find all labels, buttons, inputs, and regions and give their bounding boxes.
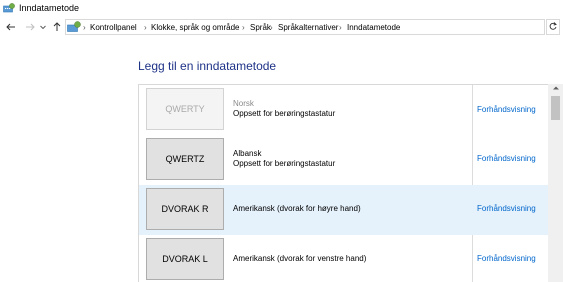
layout-description: Oppsett for berøringstastatur — [233, 159, 336, 168]
layout-description: Oppsett for berøringstastatur — [233, 109, 336, 118]
scroll-up-button[interactable] — [548, 84, 563, 96]
address-bar[interactable]: › Kontrollpanel › Klokke, språk og områd… — [65, 19, 545, 35]
refresh-button[interactable] — [546, 19, 560, 35]
breadcrumb-separator: › — [144, 23, 147, 32]
navigation-bar: › Kontrollpanel › Klokke, språk og områd… — [0, 17, 563, 38]
arrow-right-icon — [26, 23, 35, 31]
keyboard-globe-icon — [67, 21, 81, 32]
language-name: Amerikansk (dvorak for høyre hand) — [233, 204, 361, 213]
keyboard-layout-button[interactable]: QWERTZ — [146, 138, 224, 180]
preview-link[interactable]: Forhåndsvisning — [477, 254, 536, 264]
window-title: Inndatametode — [19, 3, 80, 13]
keyboard-globe-icon — [3, 3, 15, 13]
breadcrumb-separator: › — [83, 23, 86, 32]
keyboard-layout-button[interactable]: DVORAK R — [146, 188, 224, 230]
title-bar: Inndatametode — [0, 0, 563, 16]
breadcrumb-separator: › — [242, 23, 245, 32]
breadcrumb-sprak[interactable]: Språk — [250, 22, 271, 33]
preview-link[interactable]: Forhåndsvisning — [477, 105, 536, 115]
list-item[interactable]: QWERTY Norsk Oppsett for berøringstastat… — [139, 85, 562, 135]
breadcrumb-sprakalternativer[interactable]: Språkalternativer — [278, 22, 338, 33]
chevron-down-icon — [40, 25, 46, 30]
refresh-icon — [549, 22, 557, 30]
list-item[interactable]: QWERTZ Albansk Oppsett for berøringstast… — [139, 135, 562, 185]
recent-locations-button[interactable] — [39, 21, 47, 33]
list-item[interactable]: DVORAK L Amerikansk (dvorak for venstre … — [139, 235, 562, 282]
page-title: Legg til en inndatametode — [138, 59, 277, 73]
preview-link[interactable]: Forhåndsvisning — [477, 204, 536, 214]
up-button[interactable] — [51, 21, 63, 33]
scrollbar-thumb[interactable] — [551, 96, 560, 120]
language-name: Amerikansk (dvorak for venstre hand) — [233, 254, 367, 263]
keyboard-layout-button[interactable]: DVORAK L — [146, 238, 224, 280]
vertical-scrollbar[interactable] — [548, 84, 563, 282]
breadcrumb-klokke-sprak-omrade[interactable]: Klokke, språk og område — [151, 22, 240, 33]
caret-up-icon — [552, 86, 559, 90]
breadcrumb-inndatametode[interactable]: Inndatametode — [347, 22, 400, 33]
breadcrumb-kontrollpanel[interactable]: Kontrollpanel — [90, 22, 137, 33]
forward-button[interactable] — [24, 21, 36, 33]
arrow-up-icon — [53, 22, 61, 31]
back-button[interactable] — [5, 21, 17, 33]
preview-link[interactable]: Forhåndsvisning — [477, 154, 536, 164]
breadcrumb-separator: › — [270, 23, 273, 32]
breadcrumb-separator: › — [339, 23, 342, 32]
language-name: Norsk — [233, 99, 254, 108]
language-name: Albansk — [233, 149, 262, 158]
input-method-list: QWERTY Norsk Oppsett for berøringstastat… — [138, 84, 563, 282]
list-item[interactable]: DVORAK R Amerikansk (dvorak for høyre ha… — [139, 185, 562, 235]
arrow-left-icon — [6, 23, 15, 31]
keyboard-layout-button[interactable]: QWERTY — [146, 88, 224, 130]
